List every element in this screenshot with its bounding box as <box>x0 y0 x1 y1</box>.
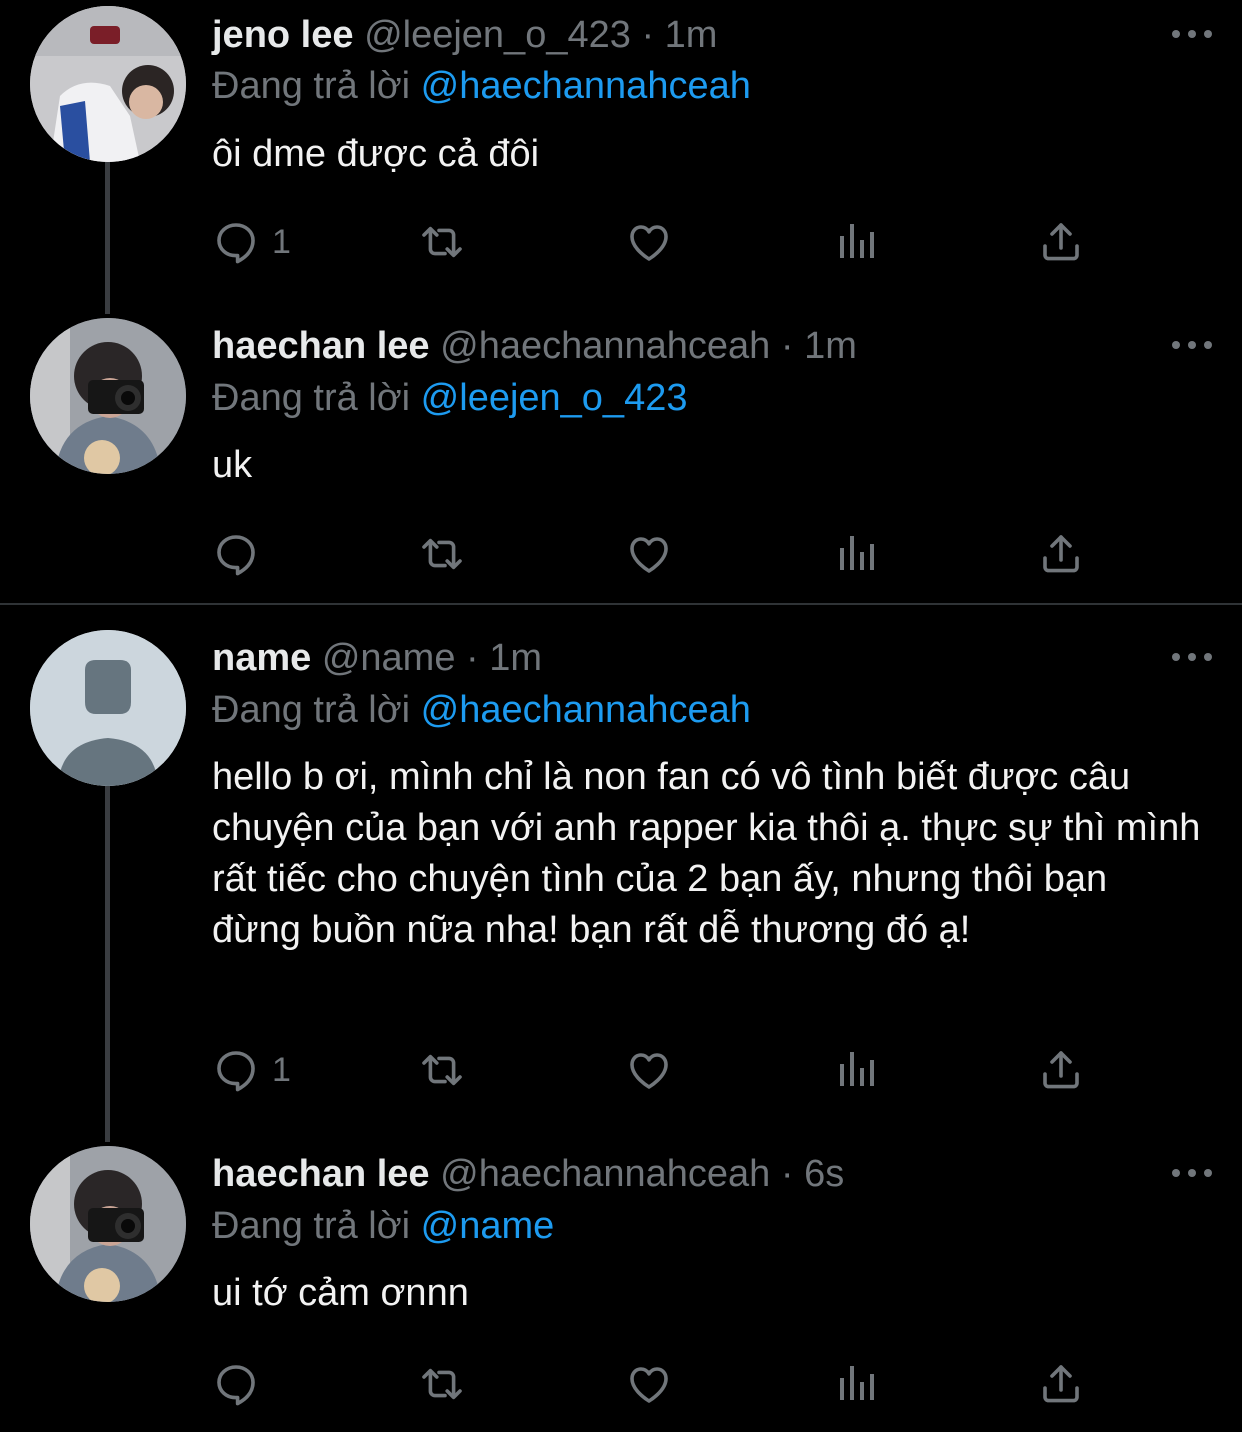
heart-icon <box>625 218 673 266</box>
analytics-button[interactable] <box>832 524 880 584</box>
more-options-icon[interactable] <box>1172 335 1212 355</box>
replying-label: Đang trả lời <box>212 65 411 107</box>
replying-to: Đang trả lời @haechannahceah <box>212 684 751 736</box>
retweet-button[interactable] <box>418 524 466 584</box>
heart-icon <box>625 530 673 578</box>
tweet-text: ui tớ cảm ơnnn <box>212 1272 469 1314</box>
analytics-button[interactable] <box>832 212 880 272</box>
retweet-icon <box>418 218 466 266</box>
avatar[interactable] <box>30 6 186 162</box>
replying-to: Đang trả lời @leejen_o_423 <box>212 372 687 424</box>
replying-label: Đang trả lời <box>212 689 411 731</box>
like-button[interactable] <box>625 1354 673 1414</box>
retweet-button[interactable] <box>418 1354 466 1414</box>
user-handle[interactable]: @haechannahceah <box>440 1153 770 1195</box>
display-name[interactable]: name <box>212 637 311 679</box>
separator-dot: · <box>780 1153 794 1195</box>
reply-icon <box>212 1046 260 1094</box>
reply-count: 1 <box>272 222 291 261</box>
timestamp[interactable]: 1m <box>804 325 857 367</box>
share-icon <box>1037 1360 1085 1408</box>
stats-icon <box>832 1360 880 1408</box>
replying-label: Đang trả lời <box>212 377 411 419</box>
share-button[interactable] <box>1037 212 1085 272</box>
more-options-icon[interactable] <box>1172 24 1212 44</box>
replying-to: Đang trả lời @haechannahceah <box>212 60 751 112</box>
like-button[interactable] <box>625 524 673 584</box>
reply-icon <box>212 1360 260 1408</box>
retweet-icon <box>418 1360 466 1408</box>
timestamp[interactable]: 6s <box>804 1153 844 1195</box>
replying-mention[interactable]: @leejen_o_423 <box>421 377 688 419</box>
tweet-header: haechan lee @haechannahceah · 6s <box>212 1144 844 1204</box>
analytics-button[interactable] <box>832 1040 880 1100</box>
separator-dot: · <box>780 325 794 367</box>
replying-mention[interactable]: @name <box>421 1205 555 1247</box>
tweet-text: uk <box>212 444 253 486</box>
separator-dot: · <box>641 14 655 56</box>
user-handle[interactable]: @name <box>322 637 456 679</box>
default-avatar[interactable] <box>30 630 186 786</box>
reply-button[interactable] <box>212 1354 272 1414</box>
heart-icon <box>625 1360 673 1408</box>
retweet-button[interactable] <box>418 212 466 272</box>
reply-button[interactable]: 1 <box>212 1040 291 1100</box>
tweet-header: name @name · 1m <box>212 628 542 688</box>
share-button[interactable] <box>1037 1040 1085 1100</box>
like-button[interactable] <box>625 1040 673 1100</box>
stats-icon <box>832 1046 880 1094</box>
like-button[interactable] <box>625 212 673 272</box>
analytics-button[interactable] <box>832 1354 880 1414</box>
more-options-icon[interactable] <box>1172 1163 1212 1183</box>
share-icon <box>1037 1046 1085 1094</box>
stats-icon <box>832 530 880 578</box>
tweet[interactable]: jeno lee @leejen_o_423 · 1m Đang trả lời… <box>0 0 1242 310</box>
replying-mention[interactable]: @haechannahceah <box>421 65 751 107</box>
display-name[interactable]: jeno lee <box>212 14 354 56</box>
share-icon <box>1037 218 1085 266</box>
share-icon <box>1037 530 1085 578</box>
share-button[interactable] <box>1037 1354 1085 1414</box>
timestamp[interactable]: 1m <box>665 14 718 56</box>
avatar[interactable] <box>30 318 186 474</box>
user-handle[interactable]: @leejen_o_423 <box>364 14 631 56</box>
tweet-header: jeno lee @leejen_o_423 · 1m <box>212 5 717 65</box>
tweet-text: ôi dme được cả đôi <box>212 133 540 175</box>
tweet-text: hello b ơi, mình chỉ là non fan có vô tì… <box>212 756 1201 951</box>
reply-icon <box>212 530 260 578</box>
reply-button[interactable]: 1 <box>212 212 291 272</box>
action-bar <box>212 524 1112 584</box>
retweet-button[interactable] <box>418 1040 466 1100</box>
share-button[interactable] <box>1037 524 1085 584</box>
replying-label: Đang trả lời <box>212 1205 411 1247</box>
retweet-icon <box>418 1046 466 1094</box>
user-handle[interactable]: @haechannahceah <box>440 325 770 367</box>
reply-button[interactable] <box>212 524 272 584</box>
separator-dot: · <box>466 637 479 679</box>
reply-count: 1 <box>272 1050 291 1089</box>
action-bar: 1 <box>212 1040 1112 1100</box>
conversation-divider <box>0 603 1242 605</box>
tweet[interactable]: haechan lee @haechannahceah · 1m Đang tr… <box>0 312 1242 602</box>
timestamp[interactable]: 1m <box>489 637 542 679</box>
action-bar <box>212 1354 1112 1414</box>
stats-icon <box>832 218 880 266</box>
replying-mention[interactable]: @haechannahceah <box>421 689 751 731</box>
replying-to: Đang trả lời @name <box>212 1200 554 1252</box>
retweet-icon <box>418 530 466 578</box>
tweet[interactable]: name @name · 1m Đang trả lời @haechannah… <box>0 624 1242 1134</box>
display-name[interactable]: haechan lee <box>212 325 430 367</box>
display-name[interactable]: haechan lee <box>212 1153 430 1195</box>
more-options-icon[interactable] <box>1172 647 1212 667</box>
avatar[interactable] <box>30 1146 186 1302</box>
heart-icon <box>625 1046 673 1094</box>
tweet[interactable]: haechan lee @haechannahceah · 6s Đang tr… <box>0 1140 1242 1432</box>
reply-icon <box>212 218 260 266</box>
tweet-header: haechan lee @haechannahceah · 1m <box>212 316 857 376</box>
action-bar: 1 <box>212 212 1112 272</box>
